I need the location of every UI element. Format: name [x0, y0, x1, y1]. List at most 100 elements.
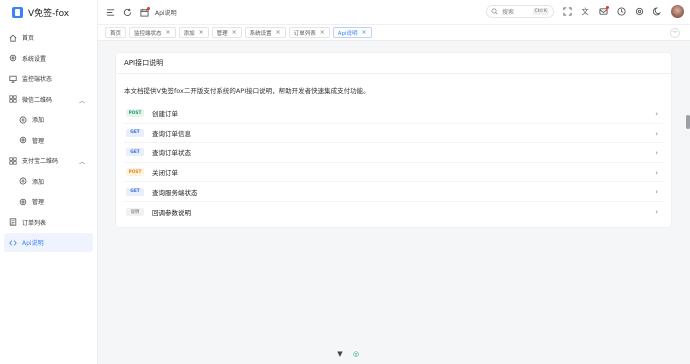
- menu-toggle-icon[interactable]: [106, 8, 115, 17]
- sidebar-item-monitor-status[interactable]: 监控端状态: [4, 69, 93, 88]
- method-badge: GET: [126, 148, 144, 157]
- api-item-server-status[interactable]: GET 查询服务端状态 ›: [124, 182, 663, 202]
- chevron-right-icon: ›: [655, 110, 658, 118]
- method-badge: GET: [126, 128, 144, 137]
- card-title: API接口说明: [116, 53, 671, 74]
- tab-system-settings[interactable]: 系统设置 ×: [244, 27, 286, 38]
- grid-icon: [9, 95, 17, 103]
- chevron-up-icon: ︿: [78, 159, 85, 166]
- language-icon[interactable]: 文: [581, 7, 590, 16]
- svg-text:文: 文: [581, 7, 588, 16]
- tab-order-list[interactable]: 订单列表 ×: [288, 27, 330, 38]
- settings-icon[interactable]: [635, 7, 644, 16]
- api-name: 查询服务端状态: [152, 188, 198, 197]
- sidebar-item-wechat-add[interactable]: 添加: [4, 110, 93, 129]
- search-input[interactable]: 搜索 Ctrl K: [486, 5, 554, 18]
- api-name: 查询订单状态: [152, 149, 191, 158]
- close-icon[interactable]: ×: [276, 29, 281, 36]
- logo-icon: [12, 6, 23, 18]
- close-icon[interactable]: ×: [166, 29, 171, 36]
- api-item-create-order[interactable]: POST 创建订单 ›: [124, 104, 663, 124]
- calendar-icon[interactable]: [140, 6, 150, 17]
- sidebar-item-home[interactable]: 首页: [4, 28, 93, 47]
- api-item-query-order-info[interactable]: GET 查询订单信息 ›: [124, 124, 663, 144]
- list-icon: [9, 218, 17, 226]
- sidebar-item-api-docs[interactable]: Api说明: [4, 233, 93, 252]
- api-name: 创建订单: [152, 110, 178, 119]
- top-header: Api说明 搜索 Ctrl K 文: [98, 0, 690, 24]
- tab-label: 首页: [110, 30, 122, 37]
- sidebar-item-label: 系统设置: [22, 55, 47, 63]
- sidebar-item-order-list[interactable]: 订单列表: [4, 213, 93, 232]
- chevron-right-icon: ›: [655, 129, 658, 138]
- sidebar-item-system-settings[interactable]: 系统设置: [4, 49, 93, 68]
- chevron-right-icon: ›: [655, 149, 658, 158]
- sidebar-item-wechat-manage[interactable]: 管理: [4, 131, 93, 150]
- close-icon[interactable]: ×: [199, 29, 204, 36]
- sidebar-item-alipay-manage[interactable]: 管理: [4, 192, 93, 211]
- chevron-right-icon: ›: [655, 188, 658, 197]
- api-name: 关闭订单: [152, 169, 178, 178]
- tab-monitor-status[interactable]: 监控端状态 ×: [129, 27, 176, 38]
- api-list: POST 创建订单 › GET 查询订单信息 › GET 查询订单状态 › PO…: [116, 104, 671, 222]
- filter-icon[interactable]: ▼: [336, 350, 344, 358]
- method-badge: GET: [126, 187, 144, 196]
- search-shortcut: Ctrl K: [532, 8, 549, 15]
- chevron-right-icon: ›: [655, 168, 658, 177]
- monitor-icon: [9, 75, 17, 83]
- tab-label: 订单列表: [293, 30, 316, 37]
- notification-icon[interactable]: [599, 6, 609, 16]
- tab-api-docs[interactable]: Api说明 ×: [332, 27, 372, 38]
- sidebar-item-label: 订单列表: [22, 219, 47, 227]
- sidebar-item-alipay-qr[interactable]: 支付宝二维码 ︿: [4, 151, 93, 170]
- sidebar-item-label: 首页: [22, 35, 35, 42]
- gear-icon: [9, 54, 17, 62]
- sidebar-item-wechat-qr[interactable]: 微信二维码 ︿: [4, 90, 93, 109]
- tab-label: 监控端状态: [134, 30, 162, 37]
- scrollbar[interactable]: [686, 115, 690, 129]
- tab-label: 系统设置: [249, 30, 272, 37]
- sidebar-item-label: 管理: [32, 199, 45, 206]
- clock-icon[interactable]: [617, 7, 626, 16]
- home-icon: [9, 34, 17, 42]
- method-badge: POST: [126, 168, 144, 177]
- tab-label: Api说明: [337, 30, 358, 37]
- tab-label: 管理: [216, 30, 228, 37]
- sidebar-item-label: 添加: [32, 178, 45, 186]
- sidebar-item-label: 支付宝二维码: [22, 158, 59, 165]
- card-description: 本文档提供V免签fox二开版支付系统的API接口说明，帮助开发者快速集成支付功能…: [124, 87, 370, 95]
- breadcrumb[interactable]: Api说明: [155, 8, 177, 17]
- search-placeholder: 搜索: [502, 9, 515, 16]
- chevron-right-icon: ›: [655, 207, 658, 216]
- avatar[interactable]: [671, 5, 684, 18]
- code-icon: [9, 239, 17, 247]
- sidebar-item-label: 监控端状态: [22, 76, 53, 83]
- tab-label: 添加: [183, 30, 195, 37]
- close-icon[interactable]: ×: [320, 29, 325, 36]
- api-item-close-order[interactable]: POST 关闭订单 ›: [124, 163, 663, 183]
- chevron-down-icon[interactable]: ﹀: [670, 28, 680, 38]
- theme-moon-icon[interactable]: [653, 7, 662, 16]
- sidebar-item-alipay-add[interactable]: 添加: [4, 172, 93, 191]
- grid-icon: [9, 156, 17, 165]
- brand[interactable]: V免签-fox: [0, 0, 97, 24]
- tab-home[interactable]: 首页: [105, 27, 127, 38]
- api-name: 回调参数说明: [152, 208, 191, 217]
- tab-manage[interactable]: 管理 ×: [211, 27, 242, 38]
- tab-add[interactable]: 添加 ×: [178, 27, 209, 38]
- close-icon[interactable]: ×: [362, 29, 367, 36]
- tabs-bar: 首页 监控端状态 × 添加 × 管理 × 系统设置 × 订单列表 × Api说明…: [98, 24, 690, 41]
- sidebar-nav: 首页 系统设置 监控端状态 微信二维码 ︿ 添加 管理 支付宝二维码 ︿ 添加 …: [0, 24, 97, 252]
- api-item-callback-params[interactable]: 说明 回调参数说明 ›: [124, 202, 663, 222]
- api-docs-card: API接口说明 本文档提供V免签fox二开版支付系统的API接口说明，帮助开发者…: [115, 52, 672, 228]
- status-ok-icon[interactable]: ◎: [352, 350, 360, 358]
- app-title: V免签-fox: [28, 8, 70, 19]
- close-icon[interactable]: ×: [232, 29, 237, 36]
- sidebar-item-label: 添加: [32, 117, 45, 124]
- sidebar-item-label: 微信二维码: [22, 96, 53, 104]
- refresh-icon[interactable]: [123, 8, 132, 17]
- api-name: 查询订单信息: [152, 129, 191, 138]
- api-item-query-order-status[interactable]: GET 查询订单状态 ›: [124, 143, 663, 163]
- sidebar: V免签-fox 首页 系统设置 监控端状态 微信二维码 ︿ 添加 管理 支付宝二…: [0, 0, 98, 364]
- fullscreen-icon[interactable]: [563, 7, 572, 16]
